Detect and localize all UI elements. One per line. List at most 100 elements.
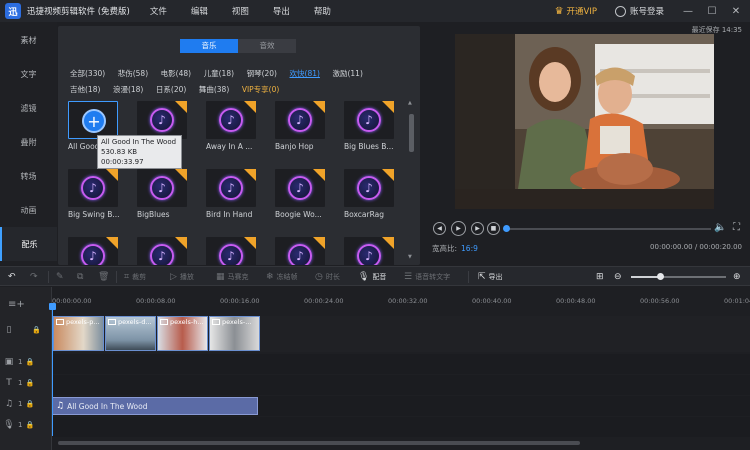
undo-icon[interactable]: ↶ [8,270,19,284]
lock-icon[interactable]: 🔒 [32,326,41,334]
category-happy[interactable]: 欢快(81) [290,66,320,82]
video-clip[interactable]: pexels-d... [105,316,156,351]
category-sad[interactable]: 悲伤(58) [118,66,148,82]
play-button[interactable]: ▶ [451,221,466,236]
tab-music[interactable]: 音乐 [180,39,238,53]
preview-video[interactable] [455,34,714,209]
zoom-handle[interactable] [656,273,664,280]
music-tile[interactable]: ♪ BoxcarRag [344,169,396,219]
tab-sound-effects[interactable]: 音效 [238,39,296,53]
video-clip[interactable]: pexels-p... [53,316,104,351]
maximize-button[interactable]: ☐ [702,6,722,17]
text-track[interactable] [52,375,750,395]
download-badge-icon[interactable] [244,237,256,249]
video-track[interactable]: pexels-p... pexels-d... pexels-h... pexe… [52,316,750,352]
nav-item-transition[interactable]: 转场 [0,159,57,193]
music-tile[interactable]: ♪ BigBlues [137,169,189,219]
category-kids[interactable]: 儿童(18) [204,66,234,82]
download-badge-icon[interactable] [313,237,325,249]
nav-item-material[interactable]: 素材 [0,23,57,57]
account-button[interactable]: 账号登录 [614,5,664,17]
close-button[interactable]: ✕ [726,6,746,17]
split-icon[interactable]: ⧉ [77,270,86,284]
music-tile[interactable]: ♪ Boogie Wo... [275,169,327,219]
category-guitar[interactable]: 吉他(18) [70,82,100,98]
pip-track[interactable] [52,354,750,374]
music-tile[interactable]: ♪ [344,237,396,265]
volume-icon[interactable]: 🔈 [714,222,726,233]
redo-icon[interactable]: ↷ [30,270,41,284]
timeline-scrollbar[interactable] [58,441,580,445]
minimize-button[interactable]: — [678,6,698,17]
playback-progress[interactable] [503,225,711,232]
music-tile[interactable]: ♪ [275,237,327,265]
download-badge-icon[interactable] [175,237,187,249]
fit-timeline-icon[interactable]: ⊞ [596,270,607,284]
zoom-slider[interactable] [631,273,726,280]
edit-icon[interactable]: ✎ [56,270,67,284]
vip-button[interactable]: ♛ 开通VIP [555,5,597,18]
download-badge-icon[interactable] [313,101,325,113]
lock-icon[interactable]: 🔒 [25,379,34,387]
progress-handle[interactable] [503,225,510,232]
download-badge-icon[interactable] [244,101,256,113]
lock-icon[interactable]: 🔒 [25,400,34,408]
category-all[interactable]: 全部(330) [70,66,105,82]
menu-export[interactable]: 导出 [273,5,290,17]
download-badge-icon[interactable] [382,237,394,249]
download-badge-icon[interactable] [175,169,187,181]
music-tile[interactable]: ♪ [206,237,258,265]
speed-button[interactable]: ▷ 播放 [170,270,194,284]
speech-to-text-button[interactable]: ☰ 语音转文字 [404,270,450,284]
download-badge-icon[interactable] [106,237,118,249]
lock-icon[interactable]: 🔒 [25,421,34,429]
download-badge-icon[interactable] [106,169,118,181]
category-vip[interactable]: VIP专享(0) [242,82,280,98]
nav-item-text[interactable]: 文字 [0,57,57,91]
music-tile[interactable]: ♪ Banjo Hop [275,101,327,151]
video-clip[interactable]: pexels-... [209,316,260,351]
download-badge-icon[interactable] [382,169,394,181]
download-badge-icon[interactable] [382,101,394,113]
nav-item-animation[interactable]: 动画 [0,193,57,227]
next-frame-button[interactable]: ▶ [471,222,484,235]
category-japanese[interactable]: 日系(20) [156,82,186,98]
category-movie[interactable]: 电影(48) [161,66,191,82]
prev-frame-button[interactable]: ◀ [433,222,446,235]
category-inspire[interactable]: 激励(11) [332,66,362,82]
nav-item-music[interactable]: 配乐 [0,227,57,261]
playhead-handle[interactable] [49,303,56,310]
lock-icon[interactable]: 🔒 [25,358,34,366]
zoom-out-icon[interactable]: ⊖ [614,270,625,284]
video-clip[interactable]: pexels-h... [157,316,208,351]
music-track[interactable]: ♫ All Good In The Wood [52,396,750,416]
menu-help[interactable]: 帮助 [314,5,331,17]
library-scrollbar[interactable]: ▲ ▼ [408,100,414,260]
add-track-icon[interactable]: ≡+ [8,299,25,310]
menu-view[interactable]: 视图 [232,5,249,17]
music-clip[interactable]: ♫ All Good In The Wood [52,397,258,415]
music-tile[interactable]: ♪ [68,237,120,265]
freeze-frame-button[interactable]: ❄ 冻结帧 [266,270,298,284]
menu-file[interactable]: 文件 [150,5,167,17]
dubbing-button[interactable]: 🎙 配音 [358,270,386,284]
music-tile[interactable]: ♪ [137,237,189,265]
delete-icon[interactable]: 🗑 [98,270,112,284]
duration-button[interactable]: ◷ 时长 [315,270,340,284]
export-button[interactable]: ⇱ 导出 [478,270,503,284]
music-tile[interactable]: ♪ Big Swing B... [68,169,120,219]
mosaic-button[interactable]: ▦ 马赛克 [216,270,249,284]
crop-button[interactable]: ⌗ 裁剪 [124,270,146,284]
time-ruler[interactable]: 00:00:00.00 00:00:08.00 00:00:16.00 00:0… [52,297,750,313]
fullscreen-icon[interactable]: ⛶ [733,222,740,233]
music-tile[interactable]: ♪ Big Blues B... [344,101,396,151]
download-badge-icon[interactable] [175,101,187,113]
nav-item-filter[interactable]: 滤镜 [0,91,57,125]
category-dance[interactable]: 舞曲(38) [199,82,229,98]
stop-button[interactable]: ■ [487,222,500,235]
music-tile[interactable]: ♪ Bird In Hand [206,169,258,219]
download-badge-icon[interactable] [244,169,256,181]
download-badge-icon[interactable] [313,169,325,181]
category-piano[interactable]: 钢琴(20) [247,66,277,82]
record-track[interactable] [52,417,750,437]
